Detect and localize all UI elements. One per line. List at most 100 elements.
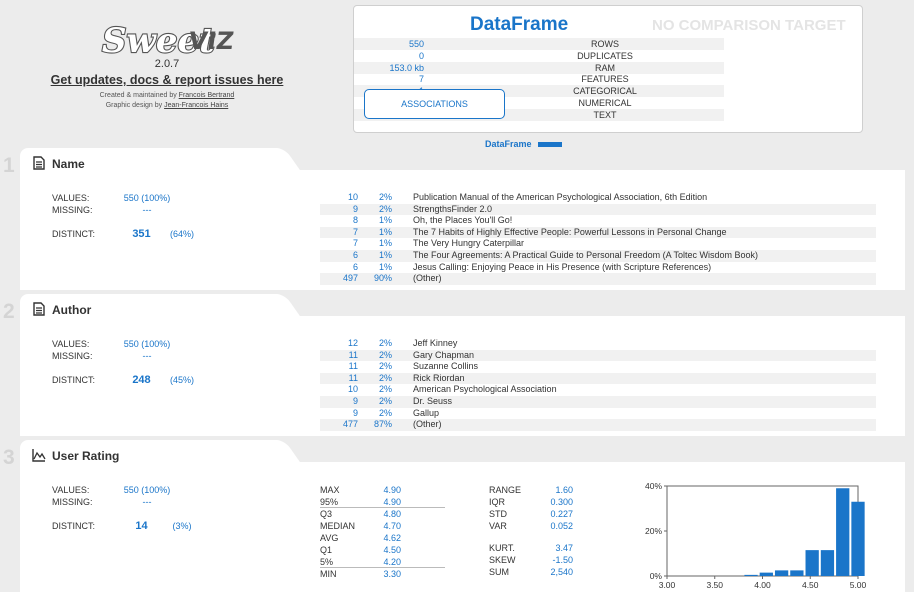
x-tick-label: 4.50: [802, 580, 819, 590]
stat-label: MISSING:: [52, 497, 93, 507]
top-value-row: 11 2% Gary Chapman: [320, 349, 876, 362]
stat-value: 550 (100%): [123, 339, 171, 349]
y-tick-label: 20%: [645, 526, 662, 536]
moment-stat: VAR 0.052: [489, 520, 573, 532]
text-document-icon: [33, 156, 45, 170]
feature-card-name[interactable]: 1 Name VALUES: 550 (100%) MISSING: --- DISTI…: [0, 148, 914, 293]
top-value-count: 477: [342, 419, 358, 430]
top-value-row: 12 2% Jeff Kinney: [320, 338, 876, 350]
user-rating-histogram: 3.00 3.50 4.00 4.50 5.00 0% 20% 40%: [645, 481, 867, 590]
top-value-percent: 2%: [378, 338, 392, 348]
histogram-bar: [744, 574, 758, 576]
missing-stat: MISSING: ---: [52, 497, 252, 511]
designer-link[interactable]: Jean-Francois Hains: [164, 102, 228, 109]
associations-button[interactable]: ASSOCIATIONS: [364, 89, 505, 119]
summary-stat-value: 153.0 kb: [389, 62, 424, 73]
distinct-count: 248: [132, 374, 151, 386]
top-value-percent: 1%: [378, 226, 392, 237]
distinct-percent: (45%): [169, 375, 194, 385]
top-value-percent: 2%: [378, 407, 392, 418]
summary-stat-row: 7 FEATURES: [354, 73, 724, 85]
top-value-percent: 1%: [378, 250, 392, 260]
top-value-percent: 87%: [373, 419, 392, 430]
summary-stat-label: ROWS: [591, 39, 619, 49]
comparison-target-label: NO COMPARISON TARGET: [652, 17, 846, 34]
line-chart-icon: [32, 449, 46, 462]
top-value-label: The Four Agreements: A Practical Guide t…: [413, 250, 758, 260]
stat-label: DISTINCT:: [52, 375, 96, 385]
dataframe-summary-panel: DataFrame NO COMPARISON TARGET 550 ROWS 0 D…: [353, 5, 863, 133]
moment-label: STD: [489, 509, 507, 519]
distinct-percent: (3%): [172, 521, 192, 531]
quantile-stat: MEDIAN 4.70: [320, 520, 445, 532]
histogram-bar: [805, 550, 819, 576]
updates-link[interactable]: Get updates, docs & report issues here: [0, 73, 334, 87]
top-value-percent: 1%: [378, 238, 392, 249]
feature-title: Author: [52, 303, 92, 317]
top-value-count: 11: [348, 361, 358, 372]
moment-label: KURT.: [489, 543, 515, 553]
quantile-label: MIN: [320, 569, 337, 579]
quantile-label: 95%: [320, 497, 339, 507]
quantile-value: 4.90: [383, 497, 401, 507]
svg-text:VIZ: VIZ: [187, 27, 235, 55]
stat-value: ---: [142, 351, 152, 361]
top-value-count: 7: [352, 238, 358, 249]
summary-stat-value: 550: [408, 39, 424, 49]
feature-index: 2: [3, 300, 15, 323]
top-value-row: 6 1% The Four Agreements: A Practical Guid…: [320, 250, 876, 262]
stat-label: MISSING:: [52, 351, 93, 361]
moment-stat: KURT. 3.47: [489, 542, 573, 554]
quantile-label: Q1: [320, 545, 333, 555]
summary-stat-value: 7: [418, 74, 424, 85]
top-value-count: 10: [347, 192, 358, 202]
credit-prefix: Graphic design by: [105, 102, 163, 109]
feature-card-author[interactable]: 2 Author VALUES: 550 (100%) MISSING: --- DIS…: [0, 294, 914, 439]
summary-stat-label: RAM: [595, 62, 615, 73]
top-value-label: (Other): [413, 273, 442, 284]
top-value-label: Publication Manual of the American Psych…: [413, 192, 708, 202]
summary-stat-row: 0 DUPLICATES: [354, 50, 724, 62]
top-value-count: 8: [352, 215, 358, 226]
distinct-stat: DISTINCT: 14 (3%): [52, 520, 252, 535]
top-value-percent: 2%: [378, 361, 392, 372]
top-value-row: 9 2% StrengthsFinder 2.0: [320, 203, 876, 216]
top-value-percent: 2%: [378, 396, 392, 406]
stat-label: VALUES:: [52, 485, 90, 495]
moment-value: 2,540: [550, 567, 573, 577]
summary-stat-value: 0: [418, 50, 424, 61]
histogram-bar: [836, 488, 850, 576]
distinct-percent: (64%): [169, 229, 194, 239]
dataframe-title: DataFrame: [470, 14, 569, 35]
credit-designer: Graphic design by Jean-Francois Hains: [0, 102, 334, 109]
top-value-label: Suzanne Collins: [413, 361, 479, 372]
top-value-percent: 2%: [378, 203, 392, 214]
moment-value: 0.300: [550, 497, 573, 507]
x-tick-label: 3.50: [706, 580, 723, 590]
x-tick-label: 5.00: [850, 580, 867, 590]
feature-card-user-rating[interactable]: 3 User Rating VALUES: 550 (100%) MISSING: -…: [0, 440, 914, 592]
quantile-stat: Q3 4.80: [320, 508, 445, 520]
summary-stat-row: 153.0 kb RAM: [354, 61, 724, 74]
top-value-count: 6: [352, 261, 358, 272]
quantile-stat: MIN 3.30: [320, 568, 445, 580]
moment-stat: IQR 0.300: [489, 496, 573, 508]
quantile-stat: 5% 4.20: [320, 556, 445, 568]
credit-maintainer: Created & maintained by Francois Bertran…: [0, 92, 334, 99]
top-value-row: 8 1% Oh, the Places You'll Go!: [320, 215, 876, 227]
top-value-count: 9: [352, 396, 358, 406]
top-value-row: 10 2% Publication Manual of the American P…: [320, 192, 876, 204]
summary-stat-label: DUPLICATES: [577, 50, 633, 61]
quantile-value: 4.90: [383, 485, 401, 495]
top-value-count: 11: [348, 349, 358, 360]
next-feature-tab[interactable]: [20, 586, 275, 592]
maintainer-link[interactable]: Francois Bertrand: [179, 92, 235, 99]
stat-label: VALUES:: [52, 339, 90, 349]
top-value-label: Gallup: [413, 407, 440, 418]
report-header: Sweet VIZ 2.0.7 Get updates, docs & repo…: [0, 0, 914, 149]
quantile-value: 4.20: [383, 557, 401, 567]
quantile-stat: Q1 4.50: [320, 544, 445, 556]
moment-value: 3.47: [555, 543, 573, 553]
top-value-row: 6 1% Jesus Calling: Enjoying Peace in His …: [320, 262, 876, 274]
quantile-label: MEDIAN: [320, 521, 356, 531]
